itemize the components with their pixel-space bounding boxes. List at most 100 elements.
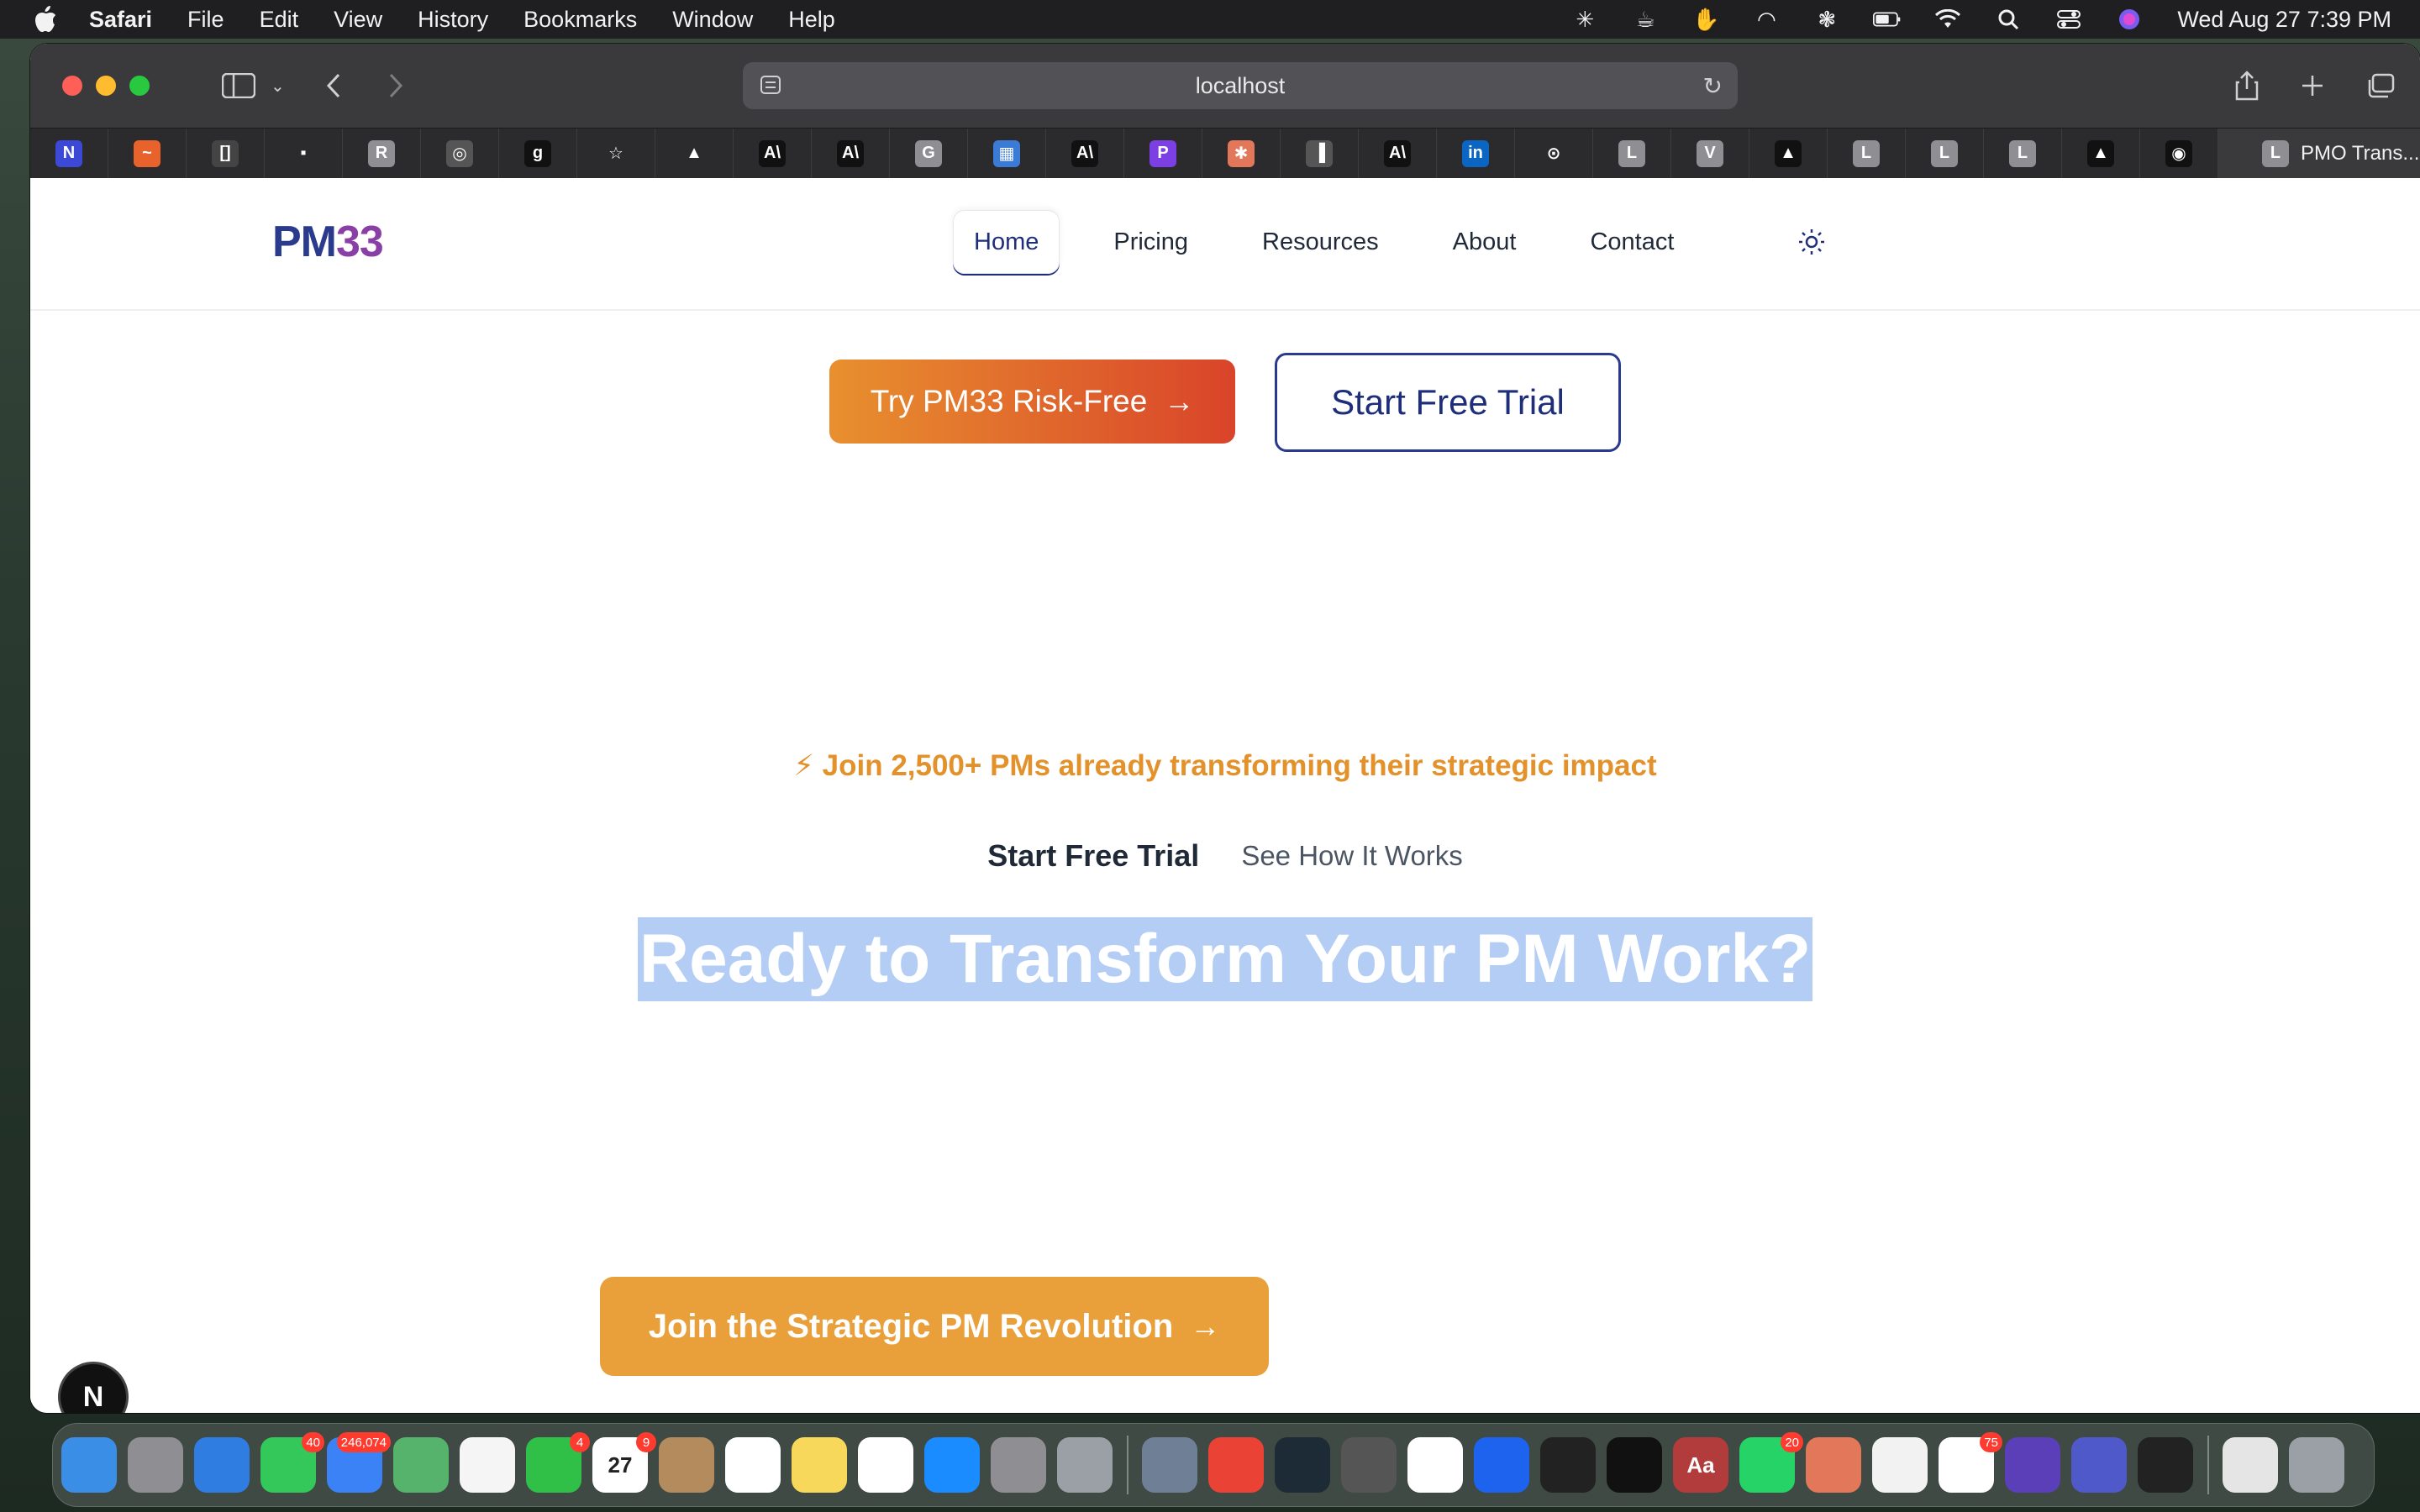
dock-app-app-store-icon[interactable] [924, 1437, 980, 1493]
gear-status-icon[interactable]: ❃ [1812, 5, 1841, 34]
share-icon[interactable] [2235, 67, 2259, 104]
favorite-tab[interactable]: N [30, 128, 108, 179]
favorite-tab[interactable]: L [1984, 128, 2062, 179]
dock-app-chrome-icon[interactable] [1208, 1437, 1264, 1493]
favorite-tab[interactable]: G [890, 128, 968, 179]
forward-arrow-icon[interactable] [387, 67, 404, 104]
wifi-icon[interactable] [1933, 5, 1962, 34]
dock-app-downloads-icon[interactable] [2223, 1437, 2278, 1493]
reload-icon[interactable]: ↻ [1703, 72, 1723, 100]
dock-app-freeform-icon[interactable] [858, 1437, 913, 1493]
favorite-tab[interactable]: ▲ [655, 128, 734, 179]
dock-app-activity-monitor-icon[interactable] [1540, 1437, 1596, 1493]
favorite-tab[interactable]: V [1671, 128, 1749, 179]
nav-contact[interactable]: Contact [1570, 210, 1694, 274]
nav-resources[interactable]: Resources [1242, 210, 1399, 274]
dock-app-preview-icon[interactable] [1142, 1437, 1197, 1493]
favorite-tab[interactable]: ☆ [577, 128, 655, 179]
favorite-tab[interactable]: A\ [734, 128, 812, 179]
try-risk-free-button[interactable]: Try PM33 Risk-Free → [829, 360, 1235, 444]
dock-app-teams-icon[interactable] [2071, 1437, 2127, 1493]
battery-icon[interactable] [1873, 5, 1902, 34]
start-free-trial-link[interactable]: Start Free Trial [987, 838, 1199, 874]
favorite-tab[interactable]: ✱ [1202, 128, 1281, 179]
favorite-tab[interactable]: R [343, 128, 421, 179]
address-bar[interactable]: localhost ↻ [743, 62, 1738, 109]
dock-app-trash-icon[interactable] [2289, 1437, 2344, 1493]
dock-app-docker-icon[interactable] [1474, 1437, 1529, 1493]
nav-about[interactable]: About [1433, 210, 1537, 274]
zoom-window-button[interactable] [129, 76, 150, 96]
see-how-it-works-link[interactable]: See How It Works [1241, 840, 1462, 872]
favorite-tab[interactable]: ▐ [1281, 128, 1359, 179]
sidebar-toggle-icon[interactable] [222, 67, 255, 104]
dock-app-reminders-icon[interactable] [725, 1437, 781, 1493]
dock-app-calendar-icon[interactable]: 27 9 [592, 1432, 656, 1493]
dock-app-calculator-icon[interactable] [1341, 1437, 1397, 1493]
nav-home[interactable]: Home [953, 210, 1060, 274]
back-arrow-icon[interactable] [325, 67, 342, 104]
chevron-down-icon[interactable]: ⌄ [271, 67, 285, 104]
dock-app-iphone-mirroring-icon[interactable] [1057, 1437, 1113, 1493]
minimize-window-button[interactable] [96, 76, 116, 96]
favorite-tab[interactable]: ◉ [2140, 128, 2218, 179]
dock-app-notes-icon[interactable] [792, 1437, 847, 1493]
dock-app-photos-icon[interactable] [460, 1437, 515, 1493]
site-logo[interactable]: PM33 [272, 217, 384, 267]
page-menu-icon[interactable] [760, 74, 781, 96]
favorite-tab[interactable]: A\ [812, 128, 890, 179]
dock-app-claude-icon[interactable] [1806, 1437, 1861, 1493]
nav-pricing[interactable]: Pricing [1093, 210, 1208, 274]
menu-file[interactable]: File [187, 7, 224, 33]
new-tab-icon[interactable] [2301, 67, 2324, 104]
dock-app-arc-icon[interactable] [1407, 1437, 1463, 1493]
menu-edit[interactable]: Edit [260, 7, 299, 33]
favorite-tab[interactable]: ~ [108, 128, 187, 179]
dock-app-sandbox-icon[interactable] [2138, 1437, 2193, 1493]
dock-app-obsidian-icon[interactable] [2005, 1437, 2060, 1493]
favorite-tab[interactable]: A\ [1046, 128, 1124, 179]
asterisk-status-icon[interactable]: ✳ [1570, 5, 1599, 34]
siri-icon[interactable] [2115, 5, 2144, 34]
control-center-icon[interactable] [2054, 5, 2083, 34]
menu-window[interactable]: Window [672, 7, 753, 33]
favorite-tab[interactable]: L [1906, 128, 1984, 179]
dock-app-maps-icon[interactable] [393, 1437, 449, 1493]
favorite-tab[interactable]: ⊙ [1515, 128, 1593, 179]
favorite-tab[interactable]: A\ [1359, 128, 1437, 179]
dock-app-whatsapp-icon[interactable]: 20 [1739, 1432, 1803, 1493]
favorite-tab[interactable]: ◎ [421, 128, 499, 179]
teams-status-icon[interactable]: ☕ [1631, 5, 1660, 34]
tab-overview-icon[interactable] [2366, 67, 2395, 104]
dock-app-system-settings-icon[interactable] [991, 1437, 1046, 1493]
dock-app-cursor-icon[interactable] [1275, 1437, 1330, 1493]
join-revolution-button[interactable]: Join the Strategic PM Revolution → [600, 1277, 1269, 1376]
start-free-trial-button[interactable]: Start Free Trial [1275, 353, 1621, 452]
menu-history[interactable]: History [418, 7, 488, 33]
menu-bookmarks[interactable]: Bookmarks [523, 7, 637, 33]
dock-app-facetime-icon[interactable]: 4 [526, 1432, 590, 1493]
dock-app-terminal-icon[interactable] [1607, 1437, 1662, 1493]
hand-status-icon[interactable]: ✋ [1691, 5, 1720, 34]
favorite-tab[interactable]: L [1828, 128, 1906, 179]
favorite-tab[interactable]: P [1124, 128, 1202, 179]
menu-clock[interactable]: Wed Aug 27 7:39 PM [2177, 7, 2391, 33]
dock-app-mail-icon[interactable]: 246,074 [327, 1432, 391, 1493]
favorite-tab[interactable]: ▦ [968, 128, 1046, 179]
arc-status-icon[interactable]: ◠ [1752, 5, 1781, 34]
apple-menu-icon[interactable] [34, 5, 59, 34]
favorite-tab[interactable]: g [499, 128, 577, 179]
favorite-tab[interactable]: L [1593, 128, 1671, 179]
menu-app-name[interactable]: Safari [89, 7, 152, 33]
dock-app-dictionary-icon[interactable]: Aa [1673, 1437, 1728, 1493]
dock-app-finder-icon[interactable] [61, 1437, 117, 1493]
dock-app-slack-icon[interactable]: 75 [1939, 1432, 2002, 1493]
favorite-tab[interactable]: in [1437, 128, 1515, 179]
menu-help[interactable]: Help [788, 7, 835, 33]
dock-app-launchpad-icon[interactable] [128, 1437, 183, 1493]
spotlight-search-icon[interactable] [1994, 5, 2023, 34]
dock-app-messages-icon[interactable]: 40 [260, 1432, 324, 1493]
active-tab[interactable]: L PMO Trans... [2218, 128, 2420, 179]
nextjs-dev-badge[interactable]: N [60, 1364, 126, 1413]
dock-app-textedit-icon[interactable] [1872, 1437, 1928, 1493]
